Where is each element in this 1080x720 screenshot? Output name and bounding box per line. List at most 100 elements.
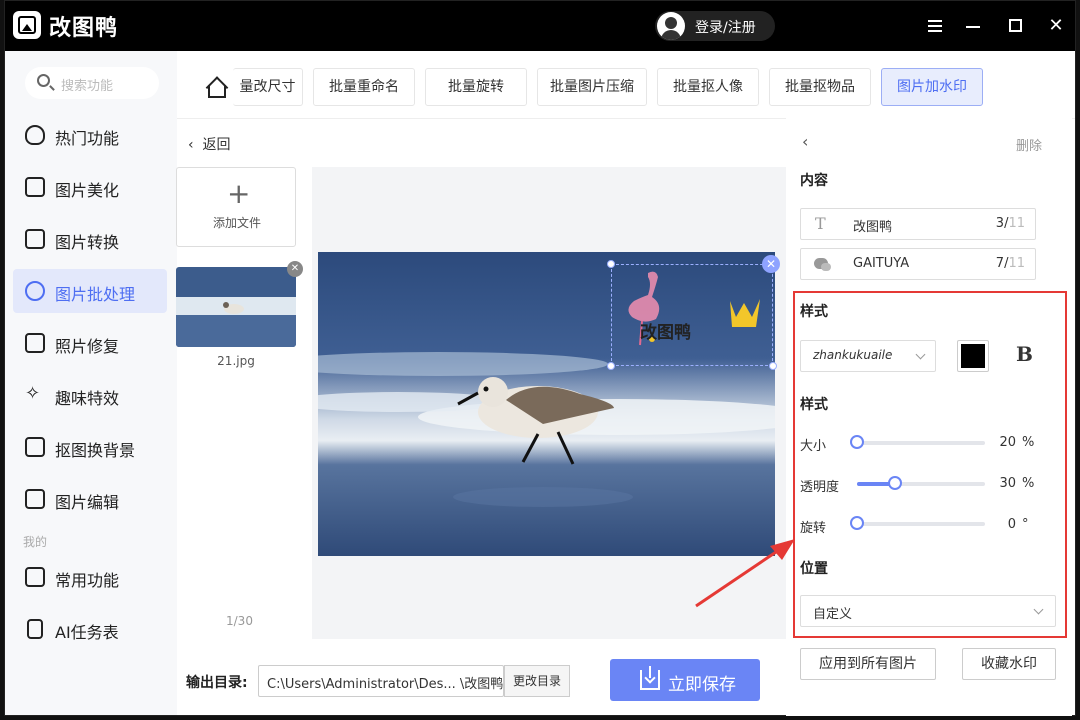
avatar-icon	[657, 12, 685, 40]
tab-rename[interactable]: 批量重命名	[313, 68, 415, 106]
wechat-icon	[814, 258, 831, 271]
sidebar-item-beautify[interactable]: 图片美化	[13, 165, 167, 209]
output-path-field[interactable]: C:\Users\Administrator\Des... \改图鸭	[258, 665, 504, 697]
cutout-icon	[25, 437, 45, 457]
apply-all-button[interactable]: 应用到所有图片	[800, 648, 936, 680]
font-select[interactable]: zhankukuaile	[800, 340, 936, 372]
content-heading: 内容	[800, 173, 828, 189]
download-icon	[640, 666, 660, 690]
delete-button[interactable]: 删除	[1016, 135, 1042, 154]
magic-icon: ✧	[25, 383, 41, 404]
sidebar-item-common[interactable]: 常用功能	[13, 555, 167, 599]
sidebar-item-label: 图片美化	[55, 181, 120, 200]
page-counter: 1/30	[226, 614, 253, 628]
sidebar: 搜索功能 热门功能 图片美化 图片转换 图片批处理 照片修复 ✧ 趣味特效 抠图	[5, 51, 177, 715]
rotation-slider[interactable]	[850, 516, 985, 530]
file-thumbnail[interactable]	[176, 267, 296, 347]
sidebar-item-label: 图片编辑	[55, 493, 120, 512]
char-count: 3/11	[995, 216, 1025, 231]
text-icon: T	[815, 214, 826, 233]
favorite-watermark-button[interactable]: 收藏水印	[962, 648, 1056, 680]
remove-file-icon[interactable]: ✕	[287, 261, 303, 277]
sidebar-item-cutout[interactable]: 抠图换背景	[13, 425, 167, 469]
tab-resize[interactable]: 量改尺寸	[233, 68, 303, 106]
sidebar-item-edit[interactable]: 图片编辑	[13, 477, 167, 521]
tab-rotate[interactable]: 批量旋转	[425, 68, 527, 106]
position-value: 自定义	[813, 607, 853, 622]
convert-icon	[25, 229, 45, 249]
chevron-down-icon	[1033, 604, 1044, 615]
batch-icon	[25, 281, 45, 301]
sidebar-item-label: 抠图换背景	[55, 441, 136, 460]
slider-knob[interactable]	[850, 516, 864, 530]
sidebar-item-label: 图片转换	[55, 233, 120, 252]
search-icon	[37, 74, 50, 87]
color-fill	[961, 344, 985, 368]
add-file-label: 添加文件	[212, 216, 261, 230]
sidebar-item-hot[interactable]: 热门功能	[13, 113, 167, 157]
tab-cutout-person[interactable]: 批量抠人像	[657, 68, 759, 106]
home-icon[interactable]	[205, 77, 226, 98]
plus-icon: +	[227, 177, 251, 210]
position-heading: 位置	[800, 561, 828, 577]
slider-value: 30	[999, 476, 1016, 491]
tab-cutout-object[interactable]: 批量抠物品	[769, 68, 871, 106]
font-value: zhankukuaile	[813, 348, 893, 362]
opacity-slider[interactable]	[857, 476, 985, 490]
slider-knob[interactable]	[850, 435, 864, 449]
close-icon[interactable]: ✕	[1043, 13, 1069, 39]
sidebar-item-label: 热门功能	[55, 129, 120, 148]
slider-label: 旋转	[800, 521, 827, 536]
position-select[interactable]: 自定义	[800, 595, 1056, 627]
content-row-subtext[interactable]: GAITUYA 7/11	[800, 248, 1036, 280]
sidebar-item-label: 图片批处理	[55, 285, 136, 304]
watermark-selection[interactable]	[611, 264, 773, 366]
char-count: 7/11	[995, 256, 1025, 271]
size-slider[interactable]	[850, 435, 985, 449]
photo-repair-icon	[25, 333, 45, 353]
slider-value: 0	[1007, 517, 1016, 532]
sidebar-item-label: AI任务表	[55, 623, 119, 642]
login-button[interactable]: 登录/注册	[655, 11, 775, 41]
content-row-text[interactable]: T 改图鸭 3/11	[800, 208, 1036, 240]
login-label: 登录/注册	[695, 20, 756, 36]
style-heading-2: 样式	[800, 397, 828, 413]
title-bar: 改图鸭 登录/注册 ✕	[5, 1, 1075, 51]
change-dir-button[interactable]: 更改目录	[504, 665, 570, 697]
slider-label: 透明度	[800, 480, 840, 495]
resize-handle[interactable]	[607, 260, 615, 268]
sidebar-item-batch[interactable]: 图片批处理	[13, 269, 167, 313]
panel-back-icon[interactable]: ‹	[802, 132, 808, 151]
slider-unit: °	[1022, 517, 1029, 532]
minimize-icon[interactable]	[961, 13, 987, 39]
save-button[interactable]: 立即保存	[610, 659, 760, 701]
sidebar-item-effects[interactable]: ✧ 趣味特效	[13, 373, 167, 417]
sidebar-item-repair[interactable]: 照片修复	[13, 321, 167, 365]
color-picker[interactable]	[957, 340, 989, 372]
resize-handle[interactable]	[769, 362, 777, 370]
resize-handle[interactable]	[607, 362, 615, 370]
slider-label: 大小	[800, 439, 827, 454]
slider-unit: %	[1022, 476, 1035, 491]
sidebar-item-convert[interactable]: 图片转换	[13, 217, 167, 261]
tab-watermark[interactable]: 图片加水印	[881, 68, 983, 106]
maximize-icon[interactable]	[1003, 13, 1029, 39]
tab-compress[interactable]: 批量图片压缩	[537, 68, 647, 106]
app-logo-icon	[13, 11, 41, 39]
back-button[interactable]: ‹ 返回	[188, 134, 231, 154]
menu-icon[interactable]	[923, 13, 949, 39]
content-text: GAITUYA	[853, 256, 910, 271]
save-label: 立即保存	[668, 675, 736, 695]
watermark-close-icon[interactable]: ✕	[762, 255, 780, 273]
image-beautify-icon	[25, 177, 45, 197]
chevron-down-icon	[915, 349, 926, 360]
slider-value: 20	[999, 435, 1016, 450]
sidebar-item-ai-tasks[interactable]: AI任务表	[13, 607, 167, 651]
sidebar-item-label: 照片修复	[55, 337, 120, 356]
watermark-text: 改图鸭	[640, 323, 691, 343]
add-file-button[interactable]: + 添加文件	[176, 167, 296, 247]
fire-icon	[25, 125, 45, 145]
search-input[interactable]: 搜索功能	[25, 67, 159, 99]
grid-icon	[25, 567, 45, 587]
bold-button[interactable]: B	[1016, 342, 1033, 366]
